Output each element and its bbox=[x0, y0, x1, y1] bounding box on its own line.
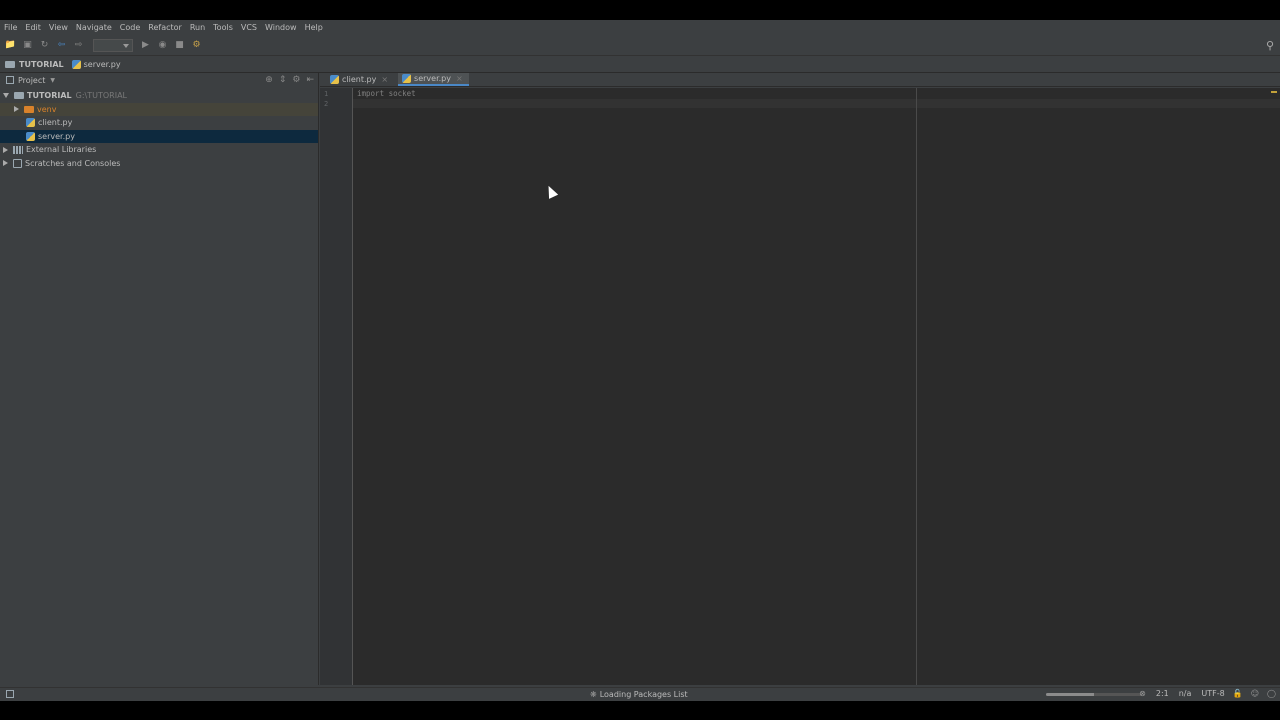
menu-help[interactable]: Help bbox=[305, 23, 323, 32]
menu-view[interactable]: View bbox=[49, 23, 68, 32]
hide-panel-icon[interactable]: ⇤ bbox=[306, 75, 314, 85]
file-encoding[interactable]: UTF-8 bbox=[1201, 689, 1224, 698]
collapse-arrow-icon[interactable] bbox=[3, 146, 8, 153]
close-icon[interactable]: × bbox=[381, 75, 388, 84]
progress-fill bbox=[1046, 693, 1094, 696]
back-icon[interactable]: ⇦ bbox=[55, 39, 68, 52]
lock-icon[interactable]: 🔓 bbox=[1233, 689, 1243, 698]
status-message: Loading Packages List bbox=[599, 690, 688, 699]
line-number: 2 bbox=[324, 100, 329, 108]
project-tool-window: Project ▼ ⊕ ⇕ ⚙ ⇤ TUTORIAL G:\TUTORIAL v… bbox=[0, 73, 319, 685]
cancel-task-icon[interactable]: ⊗ bbox=[1139, 689, 1146, 698]
folder-icon bbox=[5, 61, 15, 68]
menu-bar: File Edit View Navigate Code Refactor Ru… bbox=[0, 20, 1280, 35]
tree-item-venv[interactable]: venv bbox=[0, 102, 318, 116]
line-separator[interactable]: n/a bbox=[1179, 689, 1192, 698]
python-file-icon bbox=[26, 131, 35, 141]
tab-label: server.py bbox=[414, 74, 451, 83]
forward-icon[interactable]: ⇨ bbox=[72, 39, 85, 52]
status-bar: ❋ Loading Packages List ⊗ 2:1 n/a UTF-8 … bbox=[0, 687, 1280, 701]
caret-position[interactable]: 2:1 bbox=[1156, 689, 1169, 698]
menu-window[interactable]: Window bbox=[265, 23, 297, 32]
event-log-icon[interactable]: ◯ bbox=[1267, 689, 1276, 698]
progress-bar bbox=[1046, 693, 1142, 696]
menu-navigate[interactable]: Navigate bbox=[76, 23, 112, 32]
project-tree: TUTORIAL G:\TUTORIAL venv client.py serv… bbox=[0, 89, 318, 170]
root-folder-label: TUTORIAL bbox=[27, 91, 72, 101]
root-folder-path: G:\TUTORIAL bbox=[75, 91, 128, 101]
project-panel-header: Project ▼ ⊕ ⇕ ⚙ ⇤ bbox=[0, 73, 318, 87]
menu-edit[interactable]: Edit bbox=[25, 23, 41, 32]
folder-icon bbox=[14, 92, 24, 100]
tree-item-scratches[interactable]: Scratches and Consoles bbox=[0, 157, 318, 171]
collapse-arrow-icon[interactable] bbox=[14, 106, 19, 113]
right-margin-guide bbox=[916, 88, 917, 685]
run-configuration-select[interactable] bbox=[93, 38, 133, 52]
python-file-icon bbox=[402, 74, 412, 83]
settings-gear-icon[interactable]: ⚙ bbox=[292, 75, 300, 85]
background-task[interactable]: ❋ Loading Packages List bbox=[590, 690, 688, 699]
editor-tab-bar: client.py × server.py × bbox=[320, 73, 1280, 87]
save-icon[interactable]: ▣ bbox=[21, 39, 34, 52]
python-file-icon bbox=[330, 75, 339, 84]
code-editor[interactable]: import socket bbox=[353, 88, 1280, 685]
tab-client-py[interactable]: client.py × bbox=[326, 73, 394, 86]
menu-file[interactable]: File bbox=[4, 23, 17, 32]
inspector-icon[interactable]: ☺ bbox=[1251, 689, 1259, 698]
project-panel-title[interactable]: Project bbox=[18, 76, 45, 85]
video-letterbox-bottom bbox=[0, 701, 1280, 720]
tab-label: client.py bbox=[342, 75, 377, 84]
python-file-icon bbox=[26, 118, 35, 128]
venv-label: venv bbox=[37, 104, 57, 114]
spinner-icon: ❋ bbox=[590, 690, 597, 699]
collapse-arrow-icon[interactable] bbox=[3, 160, 8, 167]
pycharm-window: File Edit View Navigate Code Refactor Ru… bbox=[0, 20, 1280, 701]
chevron-down-icon bbox=[123, 43, 129, 48]
collapse-all-icon[interactable]: ⇕ bbox=[279, 75, 287, 85]
library-icon bbox=[13, 145, 23, 154]
sync-icon[interactable]: ↻ bbox=[38, 39, 51, 52]
scratches-icon bbox=[13, 158, 22, 168]
breadcrumb-project[interactable]: TUTORIAL bbox=[19, 60, 64, 69]
menu-code[interactable]: Code bbox=[120, 23, 140, 32]
tree-item-external-libraries[interactable]: External Libraries bbox=[0, 143, 318, 157]
line-number: 1 bbox=[324, 90, 329, 98]
close-icon[interactable]: × bbox=[456, 74, 463, 83]
tool-windows-toggle-icon[interactable] bbox=[6, 690, 14, 698]
video-letterbox-top bbox=[0, 0, 1280, 20]
tab-server-py[interactable]: server.py × bbox=[398, 73, 469, 86]
file-label: server.py bbox=[38, 131, 75, 141]
python-file-icon bbox=[71, 60, 81, 69]
current-line-highlight bbox=[353, 99, 1280, 108]
status-widgets: ⊗ 2:1 n/a UTF-8 🔓 ☺ ◯ bbox=[1131, 689, 1276, 698]
project-panel-tools: ⊕ ⇕ ⚙ ⇤ bbox=[259, 75, 314, 85]
file-label: client.py bbox=[38, 118, 73, 128]
menu-run[interactable]: Run bbox=[190, 23, 205, 32]
tree-item-server[interactable]: server.py bbox=[0, 129, 318, 143]
open-folder-icon[interactable]: 📁 bbox=[4, 39, 17, 52]
debug-icon[interactable]: ◉ bbox=[156, 39, 169, 52]
menu-vcs[interactable]: VCS bbox=[241, 23, 257, 32]
scroll-from-source-icon[interactable]: ⊕ bbox=[265, 75, 273, 85]
excluded-folder-icon bbox=[24, 105, 34, 113]
chevron-down-icon[interactable]: ▼ bbox=[50, 77, 55, 84]
tree-item-root[interactable]: TUTORIAL G:\TUTORIAL bbox=[0, 89, 318, 103]
menu-refactor[interactable]: Refactor bbox=[148, 23, 182, 32]
navigation-bar: TUTORIAL server.py bbox=[0, 57, 1280, 73]
tree-item-client[interactable]: client.py bbox=[0, 116, 318, 130]
warning-marker[interactable] bbox=[1271, 91, 1277, 93]
main-toolbar: 📁 ▣ ↻ ⇦ ⇨ ▶ ◉ ■ ⚙ ⚲ bbox=[0, 35, 1280, 56]
project-icon bbox=[6, 76, 14, 84]
stop-icon[interactable]: ■ bbox=[173, 39, 186, 52]
scratches-label: Scratches and Consoles bbox=[25, 158, 121, 168]
menu-tools[interactable]: Tools bbox=[213, 23, 233, 32]
expand-arrow-icon[interactable] bbox=[3, 93, 9, 99]
run-icon[interactable]: ▶ bbox=[139, 39, 152, 52]
code-line[interactable]: import socket bbox=[357, 89, 416, 98]
search-icon[interactable]: ⚲ bbox=[1266, 39, 1274, 52]
vcs-icon[interactable]: ⚙ bbox=[190, 39, 203, 52]
editor-gutter: 1 2 bbox=[320, 88, 353, 685]
breadcrumb-file[interactable]: server.py bbox=[84, 60, 121, 69]
external-libraries-label: External Libraries bbox=[26, 145, 97, 155]
